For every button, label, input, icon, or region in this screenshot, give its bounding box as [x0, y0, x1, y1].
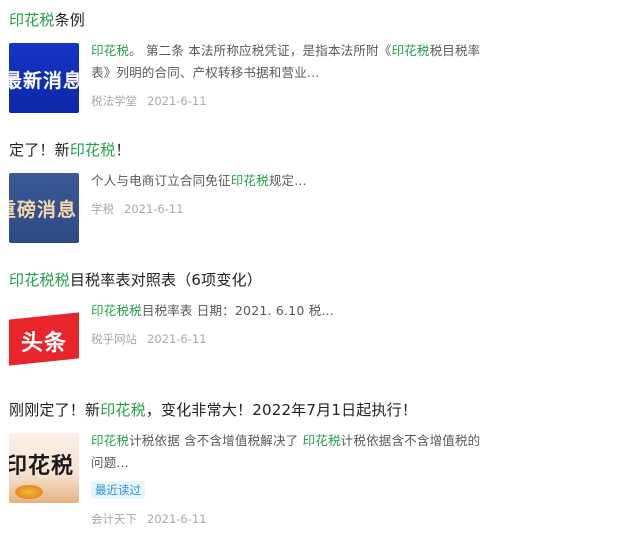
title-highlight: 印花税 — [69, 141, 116, 159]
result-thumbnail[interactable]: 重磅消息 — [9, 173, 79, 243]
thumbnail-caption: 重磅消息 — [9, 199, 78, 221]
result-thumbnail[interactable]: 印花税 — [9, 433, 79, 503]
result-snippet: 印花税税目税率表 日期：2021. 6.10 税... — [91, 300, 491, 322]
lantern-decoration — [15, 485, 43, 499]
snippet-text: 个人与电商订立合同免征 — [91, 173, 231, 188]
thumbnail-caption: 印花税 — [9, 453, 75, 479]
recently-read-badge: 最近读过 — [91, 481, 145, 499]
result-title[interactable]: 刚刚定了！新印花税，变化非常大！2022年7月1日起执行！ — [9, 400, 417, 420]
thumbnail-caption: 头条 — [20, 331, 67, 356]
result-title[interactable]: 定了！新印花税！ — [9, 140, 131, 160]
result-snippet: 印花税。 第二条 本法所称应税凭证，是指本法所附《印花税税目税率表》列明的合同、… — [91, 40, 491, 84]
snippet-highlight: 印花税 — [391, 43, 430, 58]
result-snippet: 个人与电商订立合同免征印花税规定... — [91, 170, 491, 192]
source-name: 税乎网站 — [91, 332, 137, 346]
source-name: 会计天下 — [91, 512, 137, 526]
title-text: 定了！新 — [9, 141, 70, 159]
snippet-highlight: 印花税 — [230, 173, 269, 188]
source-name: 税法学堂 — [91, 94, 137, 108]
result-title[interactable]: 印花税条例 — [9, 10, 85, 30]
title-text: 目税率表对照表（6项变化） — [69, 271, 262, 289]
title-text: ！ — [115, 141, 131, 159]
title-highlight: 印花税 — [100, 401, 146, 419]
publish-date: 2021-6-11 — [147, 94, 207, 108]
publish-date: 2021-6-11 — [124, 202, 184, 216]
snippet-text: 目税率表 日期：2021. 6.10 税... — [141, 303, 334, 318]
title-text: ，变化非常大！2022年7月1日起执行！ — [145, 401, 418, 419]
publish-date: 2021-6-11 — [147, 512, 207, 526]
snippet-highlight: 印花税税 — [91, 303, 142, 318]
thumbnail-caption: 最新消息 — [9, 70, 79, 92]
result-meta: 税乎网站 2021-6-11 — [91, 331, 207, 347]
result-thumbnail[interactable]: 头条 — [9, 303, 79, 373]
title-highlight: 印花税 — [9, 11, 55, 29]
snippet-text: 规定... — [268, 173, 307, 188]
result-meta: 学税 2021-6-11 — [91, 201, 184, 217]
source-name: 学税 — [91, 202, 114, 216]
result-meta: 会计天下 2021-6-11 — [91, 511, 207, 527]
snippet-text: 计税依据 含不含增值税解决了 — [129, 433, 303, 448]
result-thumbnail[interactable]: 最新消息 — [9, 43, 79, 113]
result-meta: 税法学堂 2021-6-11 — [91, 93, 207, 109]
snippet-text: 。 第二条 本法所称应税凭证，是指本法所附《 — [129, 43, 392, 58]
title-highlight: 印花税税 — [9, 271, 70, 289]
title-text: 条例 — [54, 11, 86, 29]
result-title[interactable]: 印花税税目税率表对照表（6项变化） — [9, 270, 262, 290]
snippet-highlight: 印花税 — [91, 433, 130, 448]
snippet-highlight: 印花税 — [302, 433, 341, 448]
title-text: 刚刚定了！新 — [9, 401, 101, 419]
result-snippet: 印花税计税依据 含不含增值税解决了 印花税计税依据含不含增值税的问题... — [91, 430, 491, 474]
snippet-highlight: 印花税 — [91, 43, 130, 58]
publish-date: 2021-6-11 — [147, 332, 207, 346]
